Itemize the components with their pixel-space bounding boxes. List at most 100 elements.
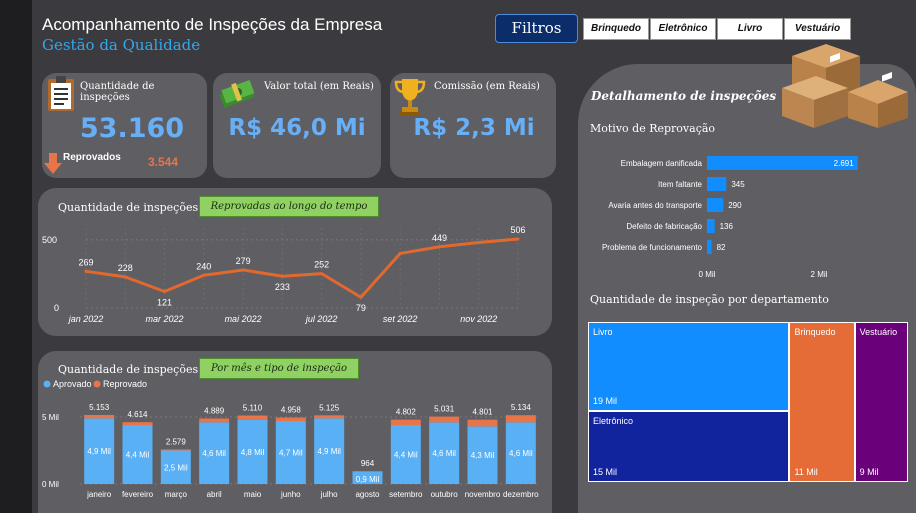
bar-reprovado [314, 415, 345, 419]
reason-label: Avaria antes do transporte [608, 201, 702, 210]
reason-label: Item faltante [658, 180, 703, 189]
treemap-value: 19 Mil [593, 396, 618, 407]
treemap-value: 15 Mil [593, 466, 618, 477]
kpi-comissao-value: R$ 2,3 Mi [413, 115, 535, 141]
slicer-brinquedo[interactable]: Brinquedo [583, 18, 649, 40]
bar-total-label: 2.579 [166, 437, 187, 446]
kpi-card-inspecoes: Quantidade de inspeções 53.160 Reprovado… [42, 73, 207, 178]
bar-chart: Aprovado Reprovado 0 Mil 5 Mil 4,9 Mil 5.153 j… [42, 379, 540, 499]
bar-segment-label: 4,4 Mil [126, 451, 150, 460]
motivo-title: Motivo de Reprovação [590, 122, 716, 135]
reason-value-label: 136 [720, 222, 734, 231]
slicer-eletronico[interactable]: Eletrônico [650, 18, 716, 40]
line-x-tick: set 2022 [383, 314, 418, 324]
reason-value-label: 290 [728, 201, 742, 210]
kpi-reprovados-value: 3.544 [148, 155, 179, 169]
bar-total-label: 964 [361, 459, 375, 468]
dept-title: Quantidade de inspeção por departamento [590, 293, 829, 306]
treemap-cell-vestuário[interactable]: Vestuário 9 Mil [854, 322, 908, 482]
treemap-value: 9 Mil [859, 467, 879, 477]
bar-reprovado [84, 414, 115, 419]
kpi-valor-label: Valor total (em Reais) [264, 81, 374, 92]
line-chart-panel: Quantidade de inspeções Reprovadas ao lo… [38, 188, 552, 336]
reason-bar [707, 240, 712, 254]
filters-button[interactable]: Filtros [495, 14, 578, 43]
reason-x-tick: 2 Mil [811, 270, 828, 279]
bar-segment-label: 0,9 Mil [356, 475, 380, 484]
bar-x-tick: novembro [465, 490, 501, 499]
treemap-cell-livro[interactable]: Livro 19 Mil [588, 322, 790, 412]
bar-x-tick: setembro [389, 490, 423, 499]
bar-x-tick: dezembro [503, 490, 539, 499]
reason-label: Embalagem danificada [621, 159, 703, 168]
treemap-value: 11 Mil [794, 467, 818, 477]
bar-x-tick: julho [320, 490, 338, 499]
legend-label-aprovado: Aprovado [53, 379, 92, 389]
reason-bar [707, 219, 715, 233]
line-point [477, 241, 481, 245]
line-point [163, 290, 167, 293]
line-x-tick: mar 2022 [146, 314, 184, 324]
kpi-reprovados-label: Reprovados [63, 152, 121, 163]
bar-y-tick: 5 Mil [42, 413, 59, 422]
department-treemap: Livro 19 Mil Eletrônico 15 Mil Brinquedo 11 M… [588, 322, 908, 482]
bar-x-tick: maio [244, 490, 262, 499]
bar-total-label: 4.889 [204, 406, 225, 415]
bar-segment-label: 4,8 Mil [241, 448, 265, 457]
bar-segment-label: 4,6 Mil [432, 449, 456, 458]
line-x-tick: mai 2022 [225, 314, 262, 324]
treemap-cell-brinquedo[interactable]: Brinquedo 11 Mil [789, 322, 855, 482]
treemap-label: Vestuário [859, 327, 898, 337]
clipboard-icon [48, 76, 74, 111]
bar-reprovado [275, 417, 306, 422]
bar-segment-label: 4,4 Mil [394, 451, 418, 460]
line-point [320, 272, 324, 276]
bar-x-tick: janeiro [86, 490, 112, 499]
bar-segment-label: 4,3 Mil [471, 451, 495, 460]
boxes-illustration [782, 44, 908, 128]
kpi-card-valor: Valor total (em Reais) R$ 46,0 Mi [213, 73, 381, 178]
detail-panel-title: Detalhamento de inspeções [591, 89, 777, 103]
bar-x-tick: agosto [355, 490, 380, 499]
bar-segment-label: 4,6 Mil [202, 449, 226, 458]
treemap-cell-eletrônico[interactable]: Eletrônico 15 Mil [588, 411, 790, 482]
bar-x-tick: março [165, 490, 188, 499]
bar-total-label: 5.153 [89, 403, 110, 412]
reason-label: Defeito de fabricação [626, 222, 702, 231]
reason-value-label: 345 [731, 180, 745, 189]
bar-segment-label: 4,7 Mil [279, 449, 303, 458]
kpi-inspecoes-value: 53.160 [79, 113, 185, 144]
slicer-vestuario[interactable]: Vestuário [784, 18, 851, 40]
bar-x-tick: outubro [431, 490, 459, 499]
bar-reprovado [390, 419, 421, 426]
line-point [516, 237, 520, 241]
reason-bar-chart: Embalagem danificada 2.691 Item faltante 34… [602, 156, 858, 279]
line-point [398, 251, 402, 255]
line-data-label: 240 [196, 261, 211, 271]
reason-bar [707, 198, 724, 212]
slicer-livro[interactable]: Livro [717, 18, 783, 40]
treemap-label: Eletrônico [593, 416, 634, 427]
reason-x-tick: 0 Mil [699, 270, 716, 279]
line-data-label: 121 [157, 298, 172, 308]
bar-reprovado [199, 418, 230, 423]
bar-segment-label: 4,9 Mil [317, 447, 341, 456]
line-x-tick: nov 2022 [460, 314, 497, 324]
bar-y-tick: 0 Mil [42, 480, 59, 489]
line-point [280, 274, 284, 278]
line-data-label: 79 [356, 303, 366, 313]
kpi-comissao-label: Comissão (em Reais) [434, 81, 540, 92]
reason-value-label: 2.691 [834, 159, 855, 168]
reason-value-label: 82 [717, 243, 726, 252]
bar-total-label: 5.125 [319, 403, 340, 412]
bar-reprovado [122, 422, 153, 426]
line-y-tick: 0 [54, 303, 59, 313]
kpi-inspecoes-label: Quantidade de inspeções [80, 81, 155, 103]
bar-reprovado [467, 419, 498, 427]
kpi-card-comissao: Comissão (em Reais) R$ 2,3 Mi [390, 73, 556, 178]
legend-swatch-reprovado [93, 380, 101, 388]
line-data-label: 506 [510, 225, 525, 235]
line-x-tick: jul 2022 [305, 314, 338, 324]
page-title: Acompanhamento de Inspeções da Empresa [42, 15, 383, 34]
line-data-label: 269 [78, 257, 93, 267]
